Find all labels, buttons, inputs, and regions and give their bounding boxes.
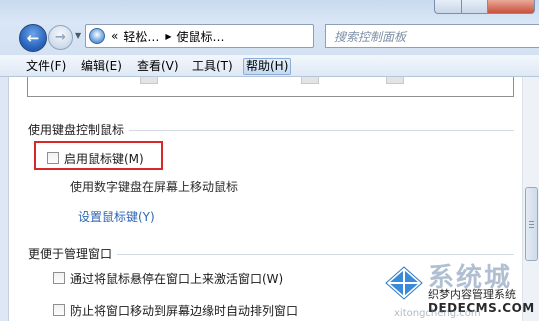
close-button[interactable] (487, 0, 535, 14)
hover-activate-checkbox[interactable] (53, 272, 65, 284)
breadcrumb-ease-of-access[interactable]: 轻松… (123, 28, 159, 45)
windows-logo-icon (385, 266, 423, 300)
prevent-arrange-label[interactable]: 防止将窗口移动到屏幕边缘时自动排列窗口 (70, 302, 298, 319)
menu-tools[interactable]: 工具(T) (190, 58, 235, 75)
watermark-faint-url: xitongcheng.com (394, 308, 481, 319)
control-panel-icon (89, 28, 105, 44)
recent-pages-chevron-icon[interactable]: ▼ (75, 31, 81, 40)
menu-view[interactable]: 查看(V) (135, 58, 181, 75)
forward-button[interactable]: → (48, 25, 73, 50)
menu-edit[interactable]: 编辑(E) (79, 58, 124, 75)
mousekeys-description: 使用数字键盘在屏幕上移动鼠标 (70, 180, 239, 194)
menu-help[interactable]: 帮助(H) (243, 58, 292, 75)
prevent-arrange-checkbox[interactable] (53, 304, 65, 316)
breadcrumb-overflow-icon[interactable]: « (111, 29, 118, 43)
preview-frame (27, 77, 514, 97)
grip-line (529, 221, 534, 222)
menu-file[interactable]: 文件(F) (24, 58, 68, 75)
search-input[interactable]: 搜索控制面板 (325, 24, 539, 48)
arrow-right-icon: → (55, 30, 66, 45)
breadcrumb-mouse-settings[interactable]: 使鼠标… (177, 28, 225, 45)
site-watermark: 系统城 织梦内容管理系统 DEDECMS.COM xitongcheng.com (384, 257, 539, 321)
scrollbar-thumb[interactable] (525, 187, 538, 261)
section-title-window-management: 更便于管理窗口 (28, 247, 113, 261)
watermark-subtitle: 织梦内容管理系统 (428, 288, 516, 301)
mousekeys-checkbox[interactable] (47, 152, 59, 164)
grip-line (529, 227, 534, 228)
frame-tick (301, 77, 319, 84)
maximize-button[interactable] (461, 0, 488, 14)
minimize-button[interactable] (434, 0, 462, 14)
frame-tick (140, 77, 158, 84)
menu-bar: 文件(F) 编辑(E) 查看(V) 工具(T) 帮助(H) (0, 55, 539, 77)
search-placeholder: 搜索控制面板 (334, 29, 407, 44)
hover-activate-label[interactable]: 通过将鼠标悬停在窗口上来激活窗口(W) (70, 270, 283, 287)
setup-mousekeys-link[interactable]: 设置鼠标键(Y) (78, 208, 155, 225)
grip-line (529, 224, 534, 225)
title-bar: ← → ▼ « 轻松… ▶ 使鼠标… ▼ ↻ 搜索控制面板 (0, 0, 539, 55)
frame-tick (386, 77, 404, 84)
section-divider (117, 254, 514, 255)
breadcrumb-separator-icon[interactable]: ▶ (165, 32, 171, 41)
mousekeys-label[interactable]: 启用鼠标键(M) (64, 150, 144, 167)
section-divider (129, 130, 514, 131)
section-title-keyboard-mouse: 使用键盘控制鼠标 (28, 123, 125, 137)
back-button[interactable]: ← (19, 24, 47, 52)
address-bar[interactable]: « 轻松… ▶ 使鼠标… ▼ (85, 24, 390, 48)
arrow-left-icon: ← (26, 29, 40, 47)
